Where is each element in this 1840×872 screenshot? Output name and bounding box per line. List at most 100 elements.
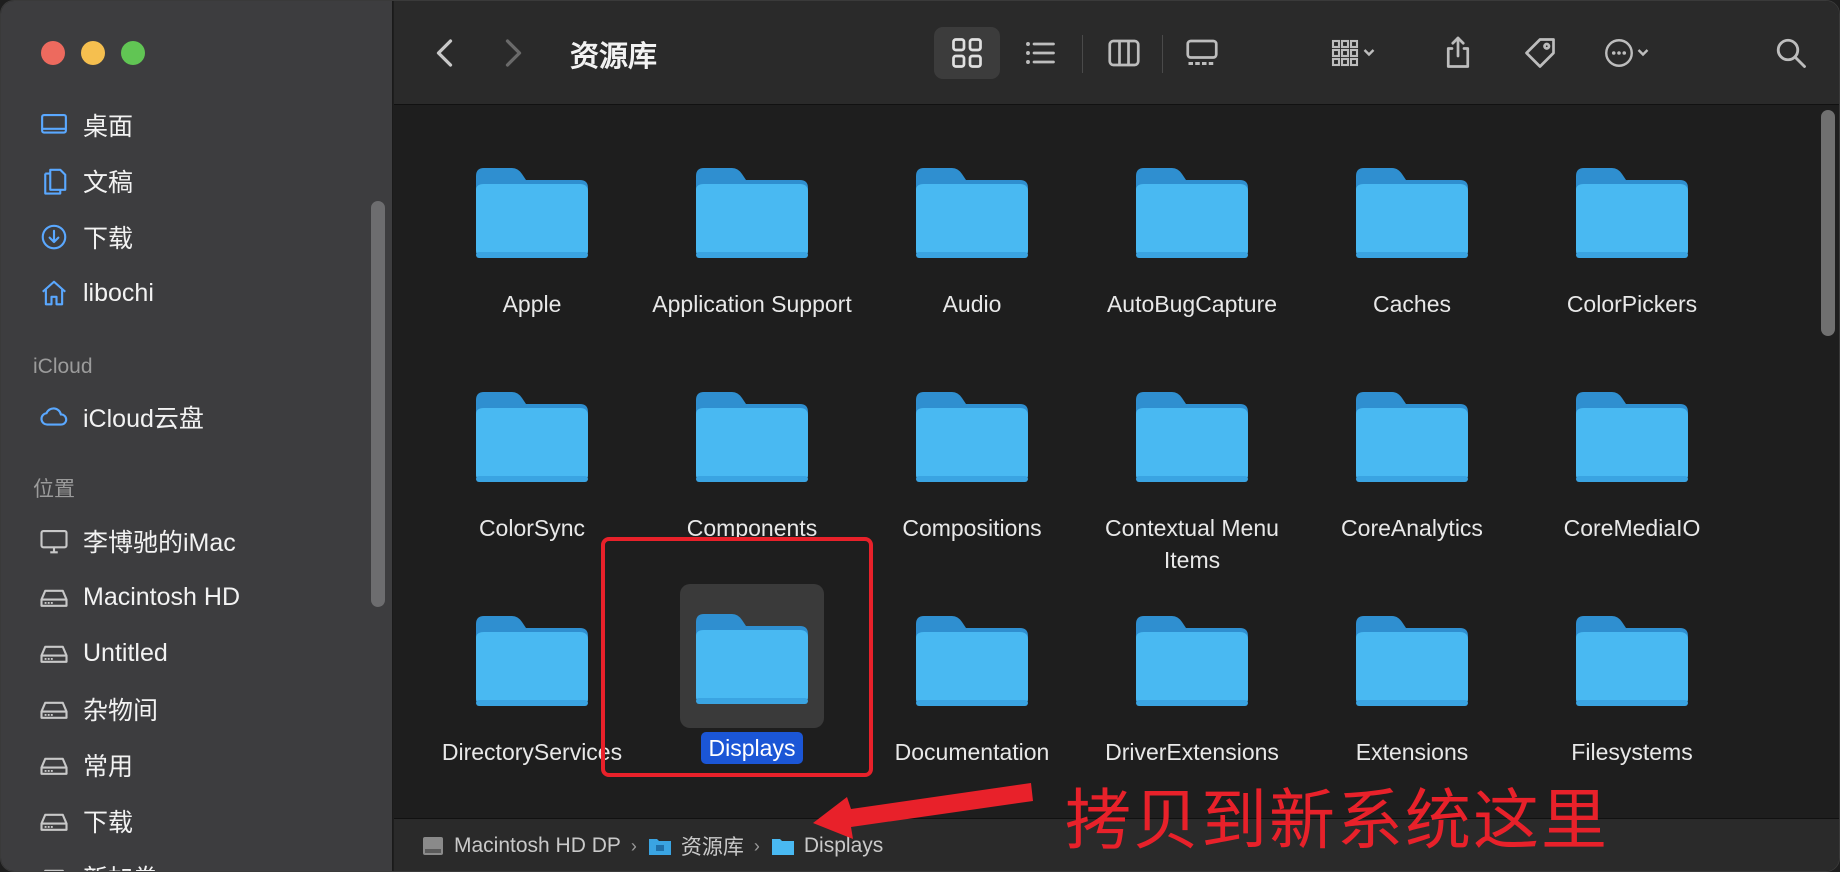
folder-label: CoreMediaIO <box>1563 515 1701 541</box>
content-scrollbar[interactable] <box>1821 110 1835 336</box>
sidebar-item[interactable]: 杂物间 <box>1 681 393 737</box>
sidebar-item[interactable]: 下载 <box>1 209 393 265</box>
sidebar-item-label: 下载 <box>83 225 134 253</box>
annotation-highlight-box <box>601 537 873 777</box>
folder-icon <box>1128 374 1256 494</box>
toolbar-separator <box>1162 35 1163 73</box>
annotation-text: 拷贝到新系统这里 <box>1065 782 1609 859</box>
path-crumb[interactable]: Displays <box>770 833 883 859</box>
chevron-right-icon: › <box>630 835 637 856</box>
folder-label: Caches <box>1373 291 1451 317</box>
folder-icon <box>1348 598 1476 718</box>
folder-icon <box>468 374 596 494</box>
folder-label: ColorPickers <box>1566 291 1698 317</box>
folder-item[interactable]: Caches <box>1302 144 1522 368</box>
sidebar-item-label: 新加卷 <box>83 859 158 871</box>
folder-icon <box>688 150 816 270</box>
folder-item[interactable]: AutoBugCapture <box>1082 144 1302 368</box>
folder-item[interactable]: CoreMediaIO <box>1522 368 1742 592</box>
back-button[interactable] <box>424 27 468 79</box>
drive-icon <box>423 837 443 855</box>
zoom-button[interactable] <box>121 41 145 65</box>
folder-icon <box>1576 168 1688 258</box>
search-icon <box>1776 38 1806 68</box>
group-by-button[interactable] <box>1316 27 1392 79</box>
sidebar-item[interactable]: 李博驰的iMac <box>1 513 393 569</box>
folder-label: AutoBugCapture <box>1106 291 1278 317</box>
folder-item[interactable]: CoreAnalytics <box>1302 368 1522 592</box>
folder-item[interactable]: Contextual Menu Items <box>1082 368 1302 592</box>
sidebar-item[interactable]: 文稿 <box>1 153 393 209</box>
folder-icon <box>476 392 588 482</box>
folder-icon <box>468 150 596 270</box>
folder-item[interactable]: Compositions <box>862 368 1082 592</box>
list-view-button[interactable] <box>1008 27 1072 79</box>
sidebar-item-label: 李博驰的iMac <box>83 529 236 557</box>
sidebar-item[interactable]: 下载 <box>1 793 393 849</box>
sidebar-section-icloud: iCloud <box>33 355 93 378</box>
folder-icon <box>1576 392 1688 482</box>
folder-item[interactable]: ColorPickers <box>1522 144 1742 368</box>
sidebar-scrollbar[interactable] <box>371 201 385 607</box>
folder-icon <box>696 168 808 258</box>
finder-window: 桌面 文稿 下载 libochi iCloud iCloud云盘 位置 李博驰的iMac Mac… <box>0 0 1840 872</box>
folder-icon <box>1136 616 1248 706</box>
gallery-view-button[interactable] <box>1170 27 1234 79</box>
folder-item[interactable]: Application Support <box>642 144 862 368</box>
drive-icon <box>37 748 71 782</box>
folder-icon <box>1568 374 1696 494</box>
folder-icon <box>916 168 1028 258</box>
toolbar-separator <box>1082 35 1083 73</box>
window-title: 资源库 <box>570 41 658 73</box>
folder-item[interactable]: Audio <box>862 144 1082 368</box>
sidebar-item[interactable]: Macintosh HD <box>1 569 393 625</box>
minimize-button[interactable] <box>81 41 105 65</box>
folder-label: ColorSync <box>478 515 586 541</box>
folder-label: Application Support <box>652 291 852 317</box>
icon-view-button[interactable] <box>934 27 1000 79</box>
folder-label: Contextual Menu Items <box>1105 515 1279 573</box>
gallery-view-icon <box>1186 39 1218 65</box>
folder-icon <box>476 616 588 706</box>
folder-icon <box>1568 150 1696 270</box>
sidebar-item[interactable]: libochi <box>1 265 393 321</box>
folder-item[interactable]: Apple <box>422 144 642 368</box>
chevron-right-icon: › <box>753 835 760 856</box>
folder-icon <box>1356 392 1468 482</box>
chevron-left-icon <box>436 39 453 67</box>
search-button[interactable] <box>1766 27 1816 79</box>
sidebar-item-label: 桌面 <box>83 113 134 141</box>
tag-button[interactable] <box>1510 27 1570 79</box>
sidebar-item-label: libochi <box>83 278 154 307</box>
close-button[interactable] <box>41 41 65 65</box>
sidebar: 桌面 文稿 下载 libochi iCloud iCloud云盘 位置 李博驰的iMac Mac… <box>1 1 393 871</box>
crumb-icon <box>647 833 673 859</box>
folder-icon <box>771 839 794 855</box>
folder-icon <box>908 374 1036 494</box>
crumb-icon <box>420 833 446 859</box>
more-actions-button[interactable] <box>1588 27 1668 79</box>
path-crumb[interactable]: 资源库 <box>647 831 744 861</box>
group-icon <box>1331 39 1375 67</box>
sidebar-item[interactable]: iCloud云盘 <box>1 389 393 445</box>
list-view-icon <box>1026 42 1055 64</box>
folder-icon <box>1348 374 1476 494</box>
folder-label: Compositions <box>902 515 1042 541</box>
share-button[interactable] <box>1428 27 1488 79</box>
sidebar-item[interactable]: 新加卷 <box>1 849 393 871</box>
folder-item[interactable]: Documentation <box>862 592 1082 816</box>
column-view-button[interactable] <box>1092 27 1156 79</box>
sidebar-item[interactable]: 常用 <box>1 737 393 793</box>
sidebar-item-label: Untitled <box>83 638 168 667</box>
grid-view-icon <box>952 38 982 68</box>
crumb-label: Displays <box>803 834 884 857</box>
folder-icon <box>1576 616 1688 706</box>
computer-icon <box>37 524 71 558</box>
drive-icon <box>37 860 71 871</box>
sidebar-item[interactable]: 桌面 <box>1 97 393 153</box>
sidebar-item[interactable]: Untitled <box>1 625 393 681</box>
path-crumb[interactable]: Macintosh HD DP <box>420 833 621 859</box>
forward-button[interactable] <box>490 27 534 79</box>
folder-label: DriverExtensions <box>1105 739 1279 765</box>
folder-label: Filesystems <box>1571 739 1693 765</box>
